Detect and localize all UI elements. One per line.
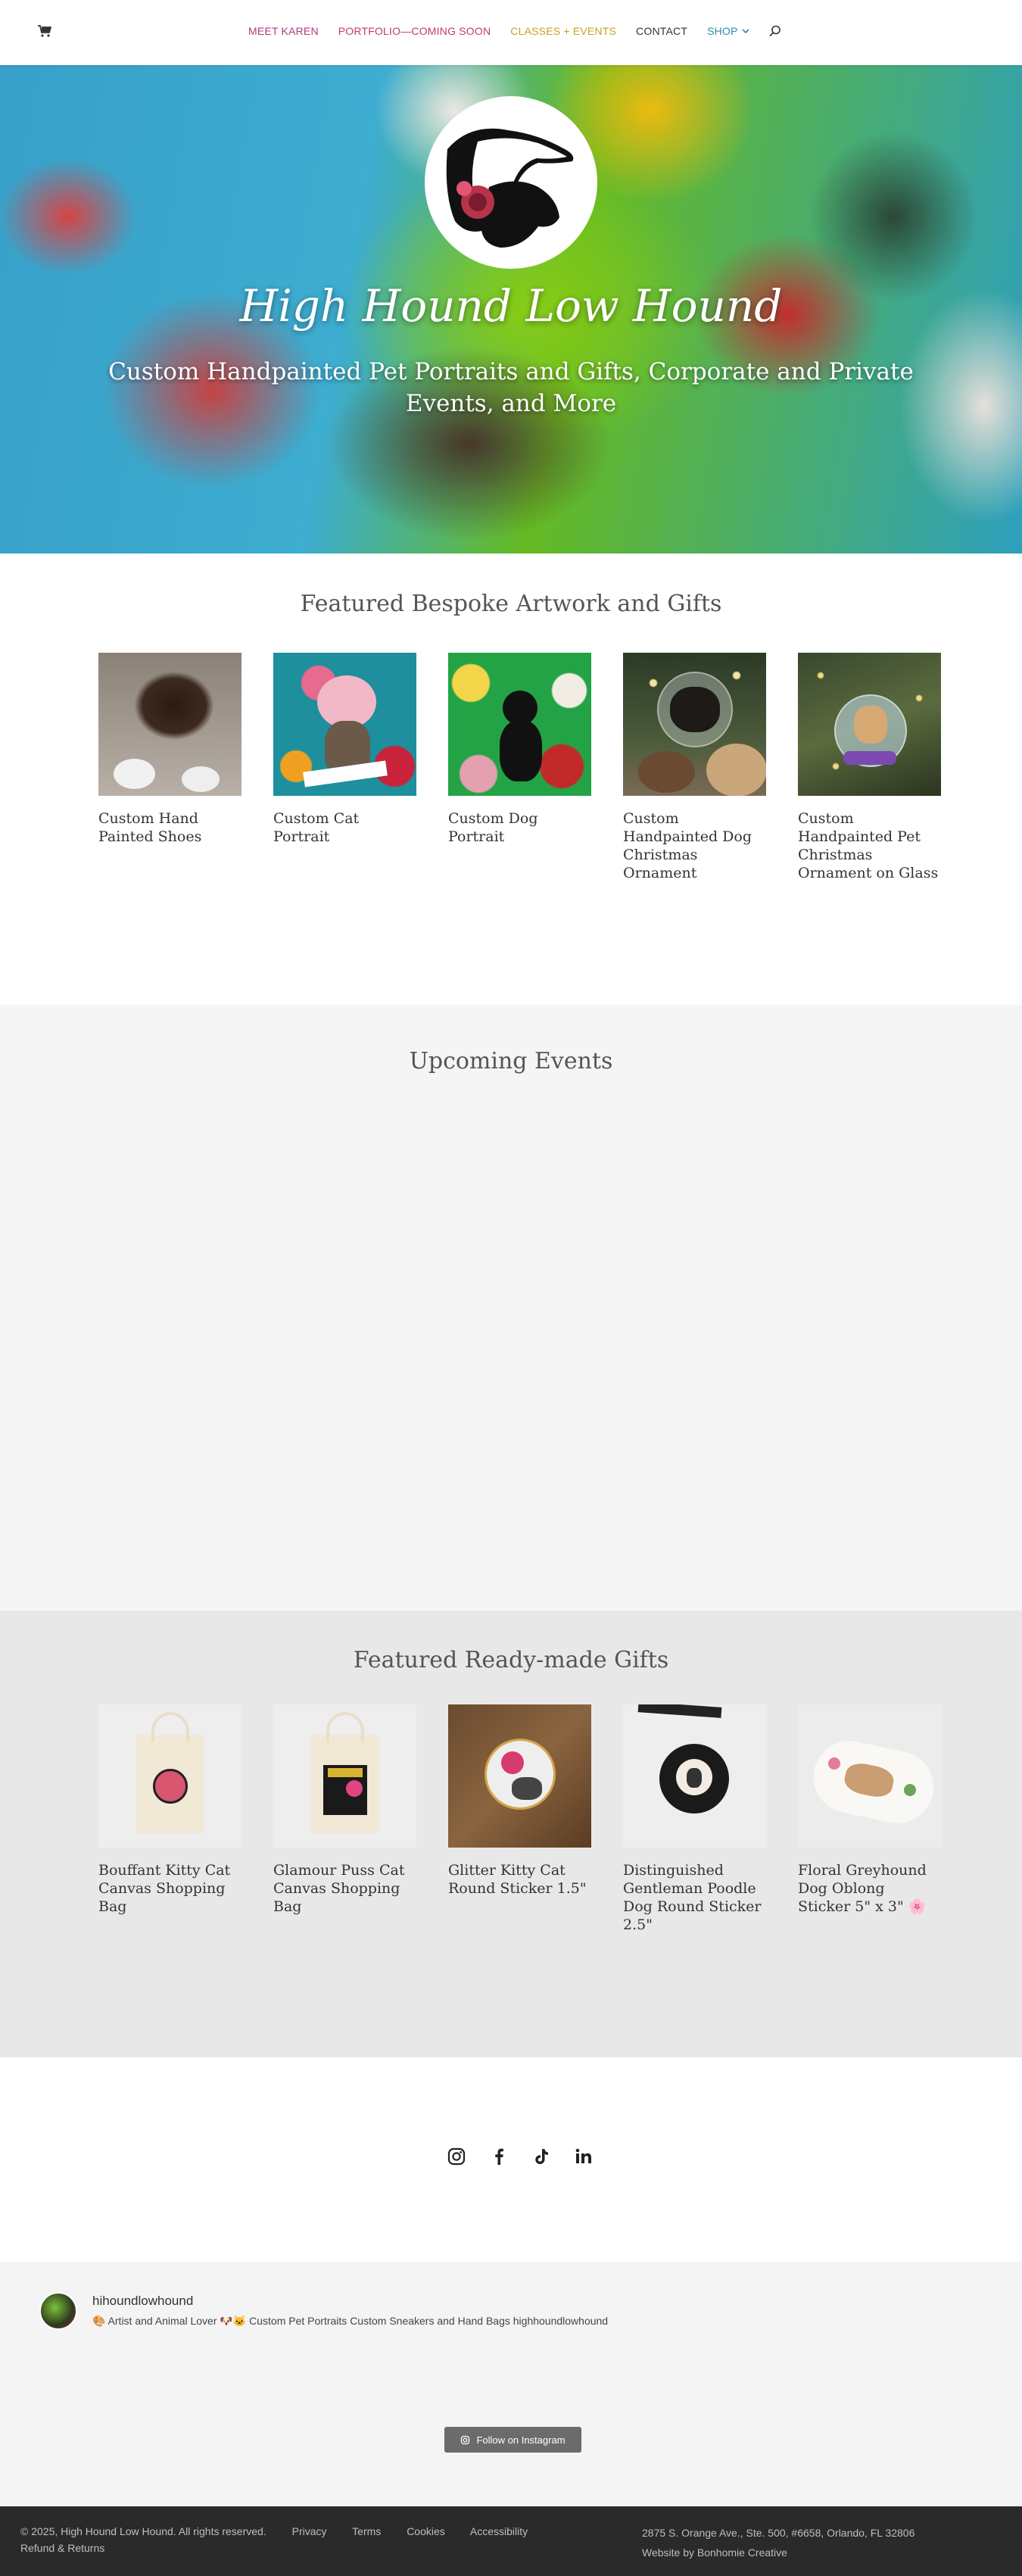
nav-contact[interactable]: CONTACT	[636, 25, 687, 37]
follow-instagram-button[interactable]: Follow on Instagram	[444, 2427, 581, 2453]
ready-made-grid: Bouffant Kitty Cat Canvas Shopping Bag G…	[98, 1704, 941, 1934]
nav-shop[interactable]: SHOP	[707, 25, 749, 37]
footer-left: © 2025, High Hound Low Hound. All rights…	[20, 2523, 596, 2556]
product-title[interactable]: Glitter Kitty Cat Round Sticker 1.5"	[448, 1861, 591, 1898]
product-card[interactable]: Custom Handpainted Pet Christmas Ornamen…	[798, 653, 941, 882]
copyright: © 2025, High Hound Low Hound. All rights…	[20, 2525, 266, 2537]
product-card[interactable]: Floral Greyhound Dog Oblong Sticker 5" x…	[798, 1704, 941, 1934]
featured-bespoke-title: Featured Bespoke Artwork and Gifts	[300, 591, 722, 617]
instagram-icon[interactable]	[447, 2147, 466, 2166]
footer-link-privacy[interactable]: Privacy	[292, 2525, 327, 2537]
product-card[interactable]: Custom Dog Portrait	[448, 653, 591, 882]
linkedin-icon[interactable]	[574, 2147, 594, 2166]
footer-credit[interactable]: Website by Bonhomie Creative	[642, 2543, 915, 2562]
instagram-feed: hihoundlowhound 🎨 Artist and Animal Love…	[0, 2262, 1022, 2506]
product-title[interactable]: Custom Cat Portrait	[273, 809, 416, 846]
product-title[interactable]: Bouffant Kitty Cat Canvas Shopping Bag	[98, 1861, 241, 1916]
nav-portfolio[interactable]: PORTFOLIO—COMING SOON	[338, 25, 491, 37]
search-icon[interactable]	[768, 25, 781, 37]
product-title[interactable]: Custom Hand Painted Shoes	[98, 809, 241, 846]
product-title[interactable]: Floral Greyhound Dog Oblong Sticker 5" x…	[798, 1861, 941, 1916]
nav-shop-label: SHOP	[707, 25, 738, 37]
product-image[interactable]	[448, 653, 591, 796]
nav-meet-karen[interactable]: MEET KAREN	[248, 25, 319, 37]
featured-bespoke-grid: Custom Hand Painted Shoes Custom Cat Por…	[98, 653, 941, 882]
product-card[interactable]: Glitter Kitty Cat Round Sticker 1.5"	[448, 1704, 591, 1934]
avatar[interactable]	[39, 2292, 77, 2330]
instagram-bio: 🎨 Artist and Animal Lover 🐶🐱 Custom Pet …	[92, 2315, 609, 2327]
product-card[interactable]: Custom Hand Painted Shoes	[98, 653, 241, 882]
product-title[interactable]: Distinguished Gentleman Poodle Dog Round…	[623, 1861, 766, 1934]
brand-logo	[425, 96, 597, 269]
site-header: MEET KAREN PORTFOLIO—COMING SOON CLASSES…	[0, 0, 1022, 65]
tiktok-icon[interactable]	[531, 2147, 551, 2166]
brand-name: High Hound Low Hound	[239, 280, 783, 332]
product-card[interactable]: Distinguished Gentleman Poodle Dog Round…	[623, 1704, 766, 1934]
product-title[interactable]: Custom Dog Portrait	[448, 809, 591, 846]
product-image[interactable]	[623, 1704, 766, 1848]
follow-instagram-label: Follow on Instagram	[476, 2434, 566, 2446]
product-card[interactable]: Glamour Puss Cat Canvas Shopping Bag	[273, 1704, 416, 1934]
product-title[interactable]: Custom Handpainted Pet Christmas Ornamen…	[798, 809, 941, 882]
footer-link-accessibility[interactable]: Accessibility	[470, 2525, 528, 2537]
instagram-handle[interactable]: hihoundlowhound	[92, 2294, 193, 2309]
product-image[interactable]	[448, 1704, 591, 1848]
product-image[interactable]	[798, 1704, 941, 1848]
product-title[interactable]: Custom Handpainted Dog Christmas Ornamen…	[623, 809, 766, 882]
chevron-down-icon	[741, 28, 749, 33]
product-image[interactable]	[98, 653, 241, 796]
product-image[interactable]	[98, 1704, 241, 1848]
hero-tagline: Custom Handpainted Pet Portraits and Gif…	[108, 358, 914, 417]
main-nav: MEET KAREN PORTFOLIO—COMING SOON CLASSES…	[248, 25, 781, 37]
product-card[interactable]: Bouffant Kitty Cat Canvas Shopping Bag	[98, 1704, 241, 1934]
product-card[interactable]: Custom Handpainted Dog Christmas Ornamen…	[623, 653, 766, 882]
facebook-icon[interactable]	[489, 2147, 509, 2166]
footer-link-cookies[interactable]: Cookies	[407, 2525, 445, 2537]
footer-address: 2875 S. Orange Ave., Ste. 500, #6658, Or…	[642, 2527, 915, 2539]
nav-classes-events[interactable]: CLASSES + EVENTS	[510, 25, 616, 37]
social-links	[447, 2147, 594, 2166]
cart-icon[interactable]	[38, 25, 52, 37]
footer-link-terms[interactable]: Terms	[352, 2525, 381, 2537]
site-footer: © 2025, High Hound Low Hound. All rights…	[0, 2506, 1022, 2576]
product-image[interactable]	[623, 653, 766, 796]
upcoming-events-section: Upcoming Events	[0, 1005, 1022, 1611]
product-image[interactable]	[273, 653, 416, 796]
product-card[interactable]: Custom Cat Portrait	[273, 653, 416, 882]
product-title[interactable]: Glamour Puss Cat Canvas Shopping Bag	[273, 1861, 416, 1916]
instagram-icon	[461, 2435, 470, 2444]
product-image[interactable]	[273, 1704, 416, 1848]
upcoming-events-title: Upcoming Events	[409, 1048, 613, 1074]
ready-made-section: Featured Ready-made Gifts Bouffant Kitty…	[0, 1611, 1022, 2057]
ready-made-title: Featured Ready-made Gifts	[353, 1647, 669, 1673]
footer-link-refunds[interactable]: Refund & Returns	[20, 2542, 104, 2554]
product-image[interactable]	[798, 653, 941, 796]
footer-right: 2875 S. Orange Ave., Ste. 500, #6658, Or…	[642, 2523, 915, 2562]
